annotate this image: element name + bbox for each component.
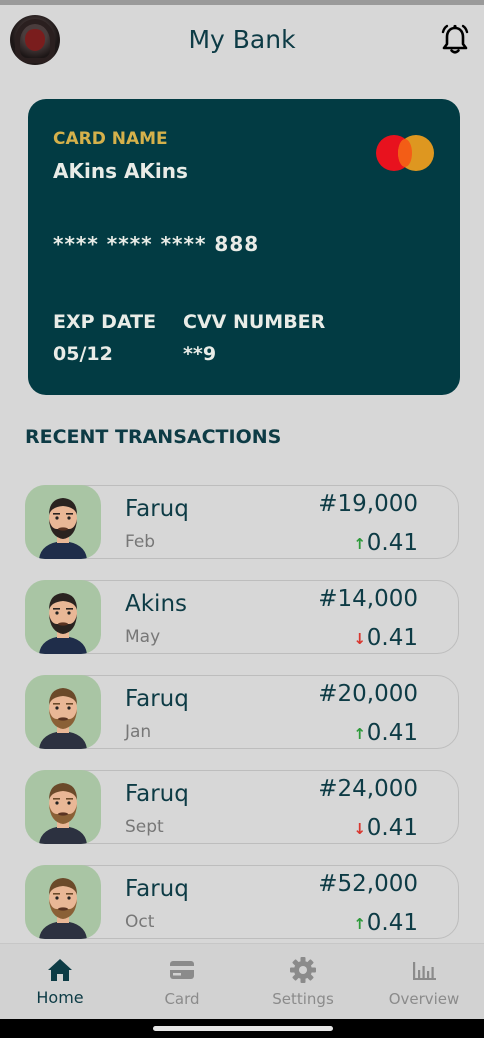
nav-overview-label: Overview	[388, 990, 460, 1008]
transaction-month: May	[125, 627, 161, 647]
transaction-amount: #19,000	[318, 491, 418, 517]
transaction-name: Faruq	[125, 781, 189, 807]
gear-icon	[290, 957, 316, 983]
cvv-value: **9	[183, 343, 217, 365]
transaction-name: Faruq	[125, 496, 189, 522]
arrow-up-icon: ↑	[353, 725, 366, 743]
nav-home[interactable]: Home	[5, 944, 115, 1020]
transaction-month: Feb	[125, 532, 156, 552]
arrow-up-icon: ↑	[353, 535, 366, 553]
transaction-rate: 0.41	[366, 815, 418, 841]
brown-beard-man-avatar	[25, 675, 101, 749]
bottom-nav: Home Card Settings Overview	[0, 943, 484, 1020]
transaction-name: Faruq	[125, 686, 189, 712]
transaction-month: Oct	[125, 912, 155, 932]
home-icon	[48, 959, 72, 981]
transaction-name: Faruq	[125, 876, 189, 902]
transaction-row[interactable]: Akins May #14,000 ↓ 0.41	[25, 580, 459, 654]
transaction-row[interactable]: Faruq Jan #20,000 ↑ 0.41	[25, 675, 459, 749]
exp-date-label: EXP DATE	[53, 311, 157, 333]
exp-date-value: 05/12	[53, 343, 113, 365]
transaction-amount: #52,000	[318, 871, 418, 897]
transaction-rate: 0.41	[366, 625, 418, 651]
transaction-name: Akins	[125, 591, 188, 617]
nav-card-label: Card	[164, 990, 200, 1008]
brown-beard-man-avatar	[25, 865, 101, 939]
transaction-row[interactable]: Faruq Sept #24,000 ↓ 0.41	[25, 770, 459, 844]
card-holder-name: AKins AKins	[53, 159, 188, 183]
app-header: My Bank	[0, 5, 484, 75]
arrow-down-icon: ↓	[353, 820, 366, 838]
transaction-row[interactable]: Faruq Feb #19,000 ↑ 0.41	[25, 485, 459, 559]
transaction-month: Jan	[125, 722, 152, 742]
transaction-row[interactable]: Faruq Oct #52,000 ↑ 0.41	[25, 865, 459, 939]
transaction-rate: 0.41	[366, 720, 418, 746]
bell-icon[interactable]	[438, 23, 472, 57]
bank-card[interactable]: CARD NAME AKins AKins **** **** **** 888…	[28, 99, 460, 395]
dark-beard-man-avatar	[25, 580, 101, 654]
transaction-rate: 0.41	[366, 910, 418, 936]
nav-overview[interactable]: Overview	[369, 944, 479, 1020]
page-title: My Bank	[188, 25, 296, 54]
transaction-month: Sept	[125, 817, 164, 837]
brown-beard-man-avatar	[25, 770, 101, 844]
transaction-list: Faruq Feb #19,000 ↑ 0.41 Akins May #14,000 ↓ 0.41…	[25, 485, 461, 960]
transaction-amount: #24,000	[318, 776, 418, 802]
cvv-label: CVV NUMBER	[183, 311, 326, 333]
transaction-amount: #14,000	[318, 586, 418, 612]
mastercard-logo-icon	[376, 135, 434, 171]
card-name-label: CARD NAME	[53, 129, 168, 149]
arrow-down-icon: ↓	[353, 630, 366, 648]
arrow-up-icon: ↑	[353, 915, 366, 933]
nav-card[interactable]: Card	[127, 944, 237, 1020]
transaction-amount: #20,000	[318, 681, 418, 707]
recent-transactions-heading: RECENT TRANSACTIONS	[25, 426, 282, 448]
card-number: **** **** **** 888	[53, 232, 260, 256]
nav-home-label: Home	[36, 988, 84, 1007]
nav-settings[interactable]: Settings	[248, 944, 358, 1020]
home-gesture-bar[interactable]	[153, 1026, 333, 1031]
bar-chart-icon	[413, 962, 436, 980]
credit-card-icon	[170, 961, 194, 979]
nav-settings-label: Settings	[272, 990, 334, 1008]
transaction-rate: 0.41	[366, 530, 418, 556]
dark-beard-man-avatar	[25, 485, 101, 559]
